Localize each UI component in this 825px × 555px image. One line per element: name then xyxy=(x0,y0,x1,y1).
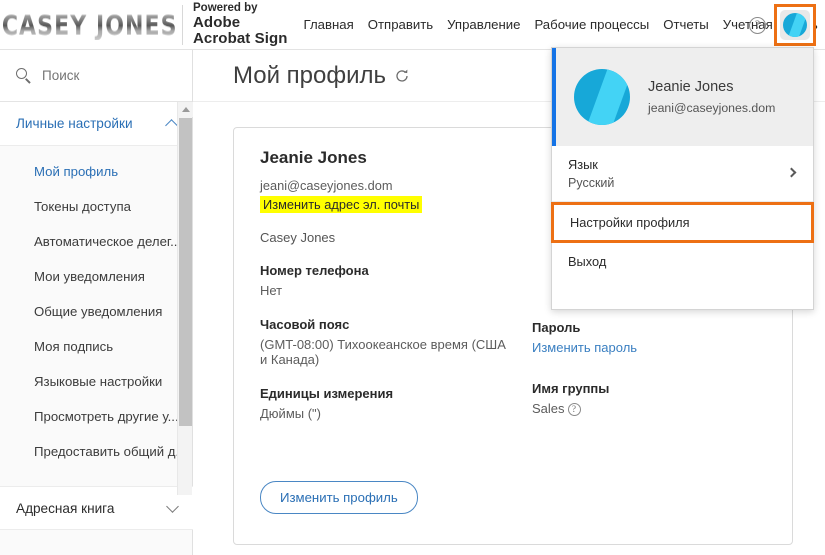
dropdown-item-language[interactable]: Язык Русский xyxy=(552,146,813,202)
field-units: Единицы измерения Дюймы (") xyxy=(260,386,514,421)
dropdown-user-avatar-icon xyxy=(574,69,630,125)
account-dropdown-menu: Jeanie Jones jeani@caseyjones.dom Язык Р… xyxy=(551,47,814,310)
field-password: Пароль Изменить пароль xyxy=(532,320,794,355)
nav-item-workflows[interactable]: Рабочие процессы xyxy=(534,17,649,32)
dropdown-user-email: jeani@caseyjones.dom xyxy=(648,101,776,115)
dropdown-item-logout-title: Выход xyxy=(568,254,607,269)
nav-item-send[interactable]: Отправить xyxy=(368,17,433,32)
field-password-label: Пароль xyxy=(532,320,581,335)
nav-item-reports[interactable]: Отчеты xyxy=(663,17,709,32)
avatar-square xyxy=(780,10,810,40)
top-bar: CASEY JONES Powered by Adobe Acrobat Sig… xyxy=(0,0,825,50)
sidebar-item-language-settings[interactable]: Языковые настройки xyxy=(0,364,192,399)
sidebar-group-personal-label: Личные настройки xyxy=(16,116,133,131)
sidebar-item-my-notifications[interactable]: Мои уведомления xyxy=(0,259,192,294)
field-units-value: Дюймы (") xyxy=(260,406,321,421)
field-group-name: Имя группы Sales? xyxy=(532,381,794,416)
sidebar-item-view-other-accounts[interactable]: Просмотреть другие у... xyxy=(0,399,192,434)
sidebar-item-auto-delegation[interactable]: Автоматическое делег... xyxy=(0,224,192,259)
sidebar-item-share-access[interactable]: Предоставить общий д... xyxy=(0,434,192,469)
sidebar-group-address-book-label: Адресная книга xyxy=(16,500,115,516)
adobe-label: Adobe xyxy=(193,13,241,31)
sidebar-search[interactable] xyxy=(0,50,192,102)
profile-fields-left: Номер телефона Нет Часовой пояс (GMT-08:… xyxy=(234,263,514,440)
field-group-name-label: Имя группы xyxy=(532,381,610,396)
dropdown-item-language-value: Русский xyxy=(568,176,615,190)
dropdown-user-info: Jeanie Jones jeani@caseyjones.dom xyxy=(648,79,775,115)
app-window: CASEY JONES Powered by Adobe Acrobat Sig… xyxy=(0,0,825,555)
field-timezone-label: Часовой пояс xyxy=(260,317,350,332)
chevron-up-icon xyxy=(165,119,178,132)
dropdown-item-profile-settings-title: Настройки профиля xyxy=(570,215,690,230)
dropdown-item-logout[interactable]: Выход xyxy=(552,243,813,280)
sidebar-item-access-tokens[interactable]: Токены доступа xyxy=(0,189,192,224)
dropdown-item-profile-settings[interactable]: Настройки профиля xyxy=(551,202,814,243)
field-timezone-value: (GMT-08:00) Тихоокеанское время (США и К… xyxy=(260,337,506,367)
field-units-label: Единицы измерения xyxy=(260,386,394,401)
logo-text: CASEY JONES xyxy=(2,9,178,40)
logo-divider xyxy=(182,4,183,45)
field-phone-number-value: Нет xyxy=(260,283,283,298)
avatar-button[interactable] xyxy=(774,4,816,46)
nav-item-manage[interactable]: Управление xyxy=(447,17,520,32)
sidebar-item-my-profile[interactable]: Мой профиль xyxy=(0,154,192,189)
scroll-up-arrow-icon[interactable] xyxy=(178,102,193,117)
field-group-name-value-wrap: Sales? xyxy=(532,401,794,416)
casey-jones-logo: CASEY JONES xyxy=(2,8,177,42)
sidebar-scrollbar[interactable] xyxy=(177,102,193,495)
dropdown-user-name: Jeanie Jones xyxy=(648,79,734,95)
field-group-name-value: Sales xyxy=(532,401,565,416)
main-navigation: Главная Отправить Управление Рабочие про… xyxy=(304,17,818,32)
field-phone-number: Номер телефона Нет xyxy=(260,263,514,298)
search-input[interactable] xyxy=(42,68,162,83)
sidebar-item-general-notifications[interactable]: Общие уведомления xyxy=(0,294,192,329)
dropdown-user-header: Jeanie Jones jeani@caseyjones.dom xyxy=(552,48,813,146)
edit-profile-button[interactable]: Изменить профиль xyxy=(260,481,418,514)
sidebar: Личные настройки Мой профиль Токены дост… xyxy=(0,50,193,555)
page-title: Мой профиль xyxy=(233,61,387,89)
sidebar-menu-list: Мой профиль Токены доступа Автоматическо… xyxy=(0,146,192,469)
help-icon[interactable]: ? xyxy=(749,16,766,34)
field-phone-number-label: Номер телефона xyxy=(260,263,369,278)
search-icon xyxy=(16,67,32,84)
sidebar-group-personal-settings[interactable]: Личные настройки xyxy=(0,102,192,146)
change-email-link[interactable]: Изменить адрес эл. почты xyxy=(260,196,423,213)
dropdown-item-language-title: Язык xyxy=(568,157,598,172)
field-timezone: Часовой пояс (GMT-08:00) Тихоокеанское в… xyxy=(260,317,514,367)
adobe-acrobat-sign-brand: Powered by Adobe Acrobat Sign xyxy=(193,1,288,48)
group-name-help-icon[interactable]: ? xyxy=(567,403,581,416)
change-password-link[interactable]: Изменить пароль xyxy=(532,340,794,355)
chevron-down-icon xyxy=(166,499,179,513)
refresh-icon[interactable] xyxy=(394,68,410,84)
user-avatar-icon xyxy=(783,13,807,37)
powered-by-label: Powered by xyxy=(193,1,258,14)
sidebar-item-my-signature[interactable]: Моя подпись xyxy=(0,329,192,364)
sidebar-group-address-book[interactable]: Адресная книга xyxy=(0,486,193,530)
scrollbar-thumb[interactable] xyxy=(179,118,192,426)
nav-item-home[interactable]: Главная xyxy=(304,17,354,32)
top-bar-right: ? xyxy=(749,0,819,50)
acrobat-sign-label: Acrobat Sign xyxy=(193,30,288,48)
sidebar-address-book-wrap: Адресная книга xyxy=(0,486,193,530)
